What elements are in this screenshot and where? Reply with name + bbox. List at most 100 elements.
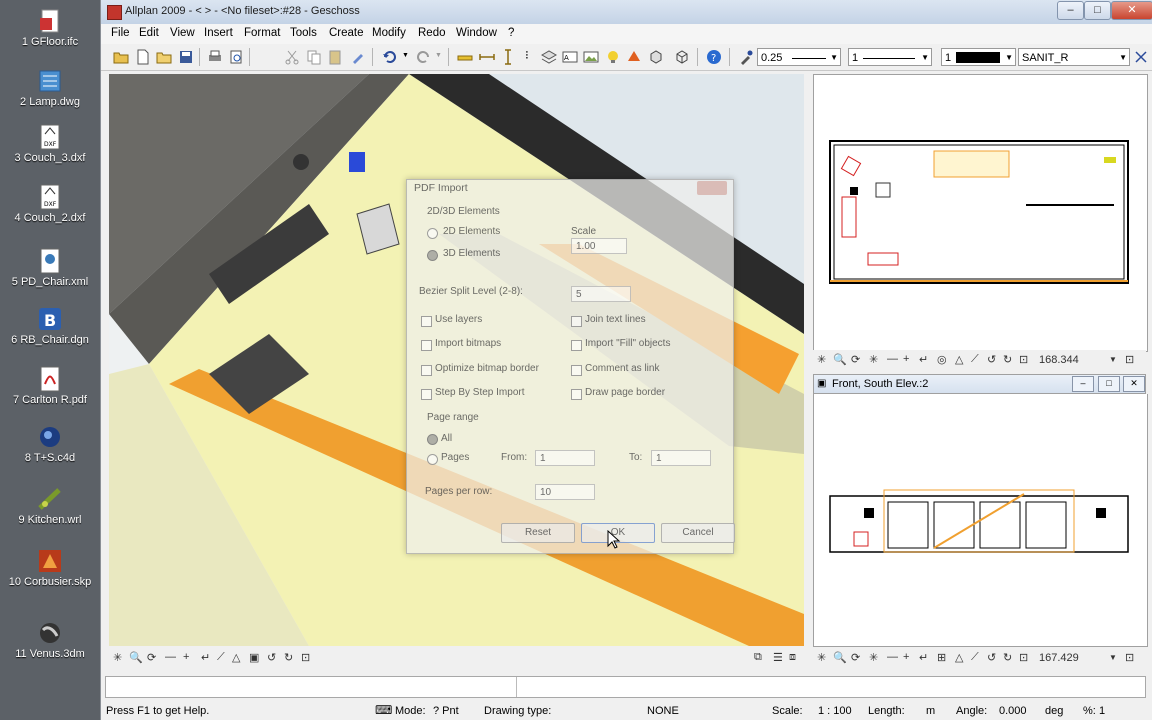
zoom-all-icon[interactable]: ✳ <box>113 651 122 664</box>
menu-create[interactable]: Create <box>329 27 364 39</box>
rotate-right-icon[interactable]: ↻ <box>1003 353 1012 366</box>
text-icon[interactable]: A <box>562 49 578 65</box>
viewport-plan[interactable] <box>813 74 1148 352</box>
zoom-all-icon[interactable]: ✳ <box>817 651 826 664</box>
measure-icon[interactable] <box>457 49 473 65</box>
camera-icon[interactable]: ⊡ <box>301 651 310 664</box>
copy-icon[interactable] <box>306 49 322 65</box>
viewport-elevation[interactable] <box>813 394 1148 647</box>
zoom-in-icon[interactable]: ✳ <box>869 651 878 664</box>
viewport-minimize-button[interactable]: – <box>1072 376 1094 392</box>
desktop-icon-couch3[interactable]: DXF 3 Couch_3.dxf <box>0 124 100 164</box>
settings-icon[interactable] <box>648 49 664 65</box>
zoom-icon[interactable]: 🔍 <box>833 651 847 664</box>
radio-2d[interactable] <box>427 228 438 239</box>
line-type-select[interactable]: 1 ▼ <box>848 48 932 66</box>
restore-view-icon[interactable]: ⧈ <box>789 651 796 664</box>
radio-pages[interactable] <box>427 454 438 465</box>
pan-icon[interactable]: ⟳ <box>851 651 860 664</box>
more-tools-icon[interactable]: ⁝ <box>525 48 529 62</box>
menu-edit[interactable]: Edit <box>139 27 159 39</box>
menu-insert[interactable]: Insert <box>204 27 233 39</box>
desktop-icon-venus[interactable]: 11 Venus.3dm <box>0 620 100 660</box>
window-list-icon[interactable]: ☰ <box>773 651 783 664</box>
app-icon[interactable] <box>107 5 122 20</box>
viewport-menu-icon[interactable]: ⊡ <box>1125 651 1134 664</box>
save-icon[interactable] <box>178 49 194 65</box>
command-line[interactable] <box>105 676 1146 698</box>
menu-modify[interactable]: Modify <box>372 27 406 39</box>
rotate-left-icon[interactable]: ↺ <box>987 651 996 664</box>
rotate-right-icon[interactable]: ↻ <box>284 651 293 664</box>
view-cube-icon[interactable]: ▣ <box>249 651 259 664</box>
menu-file[interactable]: File <box>111 27 130 39</box>
cancel-button[interactable]: Cancel <box>661 523 735 543</box>
rotate-right-icon[interactable]: ↻ <box>1003 651 1012 664</box>
zoom-in-icon[interactable]: ✳ <box>869 353 878 366</box>
angle-unit[interactable]: deg <box>1045 705 1063 717</box>
color-select[interactable]: 1 ▼ <box>941 48 1016 66</box>
target-icon[interactable]: ◎ <box>937 353 947 366</box>
menu-tools[interactable]: Tools <box>290 27 317 39</box>
zoom-plus-icon[interactable]: + <box>903 353 909 365</box>
minimize-button[interactable]: – <box>1057 1 1084 20</box>
paste-icon[interactable] <box>327 49 343 65</box>
help-icon[interactable]: ? <box>706 49 722 65</box>
menu-redo[interactable]: Redo <box>418 27 446 39</box>
viewport-close-button[interactable]: ✕ <box>1123 376 1145 392</box>
close-button[interactable]: ✕ <box>1111 1 1152 20</box>
maximize-button[interactable]: □ <box>1084 1 1111 20</box>
zoom-plus-icon[interactable]: + <box>903 651 909 663</box>
redo-icon[interactable] <box>415 49 431 65</box>
rotate-left-icon[interactable]: ↺ <box>987 353 996 366</box>
undo-dropdown-icon[interactable]: ▼ <box>402 52 409 59</box>
angle-value[interactable]: 0.000 <box>999 705 1027 717</box>
layer-select[interactable]: SANIT_R ▼ <box>1018 48 1130 66</box>
desktop-icon-corbusier[interactable]: 10 Corbusier.skp <box>0 548 100 588</box>
menu-format[interactable]: Format <box>244 27 280 39</box>
pan-view-icon[interactable]: ⟋ <box>971 353 979 366</box>
prev-view-icon[interactable]: ↵ <box>919 651 928 664</box>
dimension-vertical-icon[interactable] <box>500 49 516 65</box>
pipette-icon[interactable] <box>738 49 754 65</box>
zoom-in-icon[interactable]: + <box>183 651 189 663</box>
print-preview-icon[interactable] <box>228 49 244 65</box>
zoom-icon[interactable]: 🔍 <box>129 651 143 664</box>
select-icon[interactable]: ⊞ <box>937 651 946 664</box>
undo-icon[interactable] <box>382 49 398 65</box>
light-icon[interactable] <box>605 49 621 65</box>
from-input[interactable]: 1 <box>535 450 595 466</box>
line-icon[interactable]: ⟋ <box>217 651 225 664</box>
pan-view-icon[interactable]: ⟋ <box>971 651 979 664</box>
comment-link-checkbox[interactable] <box>571 365 582 376</box>
use-layers-checkbox[interactable] <box>421 316 432 327</box>
draw-border-checkbox[interactable] <box>571 389 582 400</box>
desktop-icon-pdchair[interactable]: 5 PD_Chair.xml <box>0 248 100 288</box>
image-icon[interactable] <box>583 49 599 65</box>
pan-icon[interactable]: ⟳ <box>851 353 860 366</box>
redo-dropdown-icon[interactable]: ▼ <box>435 52 442 59</box>
bezier-input[interactable]: 5 <box>571 286 631 302</box>
pen-thickness-select[interactable]: 0.25 ▼ <box>757 48 841 66</box>
radio-all[interactable] <box>427 434 438 445</box>
menu-window[interactable]: Window <box>456 27 497 39</box>
percent-value[interactable]: 1 <box>1099 705 1105 717</box>
menu-view[interactable]: View <box>170 27 195 39</box>
optimize-bitmap-checkbox[interactable] <box>421 365 432 376</box>
copy-view-icon[interactable]: ⧉ <box>754 651 762 664</box>
length-unit[interactable]: m <box>926 705 935 717</box>
to-input[interactable]: 1 <box>651 450 711 466</box>
fit-icon[interactable]: △ <box>955 353 963 366</box>
dimension-icon[interactable] <box>479 49 495 65</box>
desktop-icon-kitchen[interactable]: 9 Kitchen.wrl <box>0 486 100 526</box>
layer-icon[interactable] <box>541 49 557 65</box>
render-icon[interactable] <box>626 49 642 65</box>
desktop-icon-carlton[interactable]: 7 Carlton R.pdf <box>0 366 100 406</box>
zoom-all-icon[interactable]: ✳ <box>817 353 826 366</box>
import-fill-checkbox[interactable] <box>571 340 582 351</box>
desktop-icon-ts[interactable]: 8 T+S.c4d <box>0 424 100 464</box>
fit-icon[interactable]: △ <box>232 651 240 664</box>
scale-input[interactable]: 1.00 <box>571 238 627 254</box>
cube-icon[interactable] <box>674 49 690 65</box>
open-project-icon[interactable] <box>113 49 129 65</box>
